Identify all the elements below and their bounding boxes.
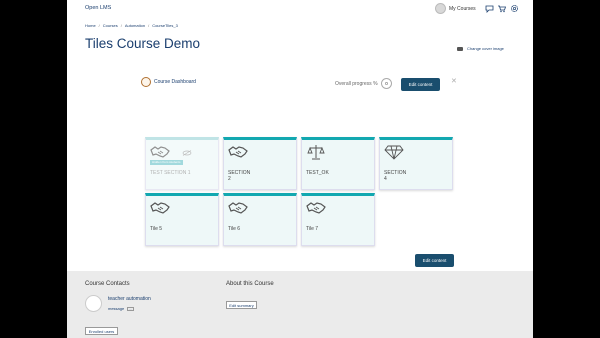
teacher-avatar	[85, 295, 102, 312]
tile-label: Tile 7	[306, 226, 319, 232]
handshake-icon	[306, 200, 326, 216]
edit-summary-button[interactable]: Edit summary	[226, 301, 257, 309]
course-tile[interactable]: SECTION 4	[379, 137, 453, 190]
chat-icon[interactable]	[485, 4, 494, 13]
edit-content-button-bottom[interactable]: Edit content	[415, 254, 454, 267]
edit-content-button[interactable]: Edit content	[401, 78, 440, 91]
handshake-icon	[228, 144, 248, 160]
progress-value: 0	[381, 78, 392, 89]
handshake-icon	[228, 200, 248, 216]
message-label: message	[108, 306, 125, 311]
image-icon	[457, 46, 463, 51]
eye-slash-icon	[182, 143, 192, 156]
course-tile[interactable]: Tile 6	[223, 193, 297, 246]
overall-progress-label: Overall progress %	[335, 81, 378, 87]
scales-icon	[306, 144, 326, 160]
enrolled-users-button[interactable]: Enrolled users	[85, 327, 118, 335]
my-courses-link[interactable]: My Courses	[449, 6, 476, 12]
breadcrumb-courses[interactable]: Courses	[103, 23, 118, 28]
dashboard-icon	[141, 77, 151, 87]
breadcrumb-separator: /	[98, 23, 100, 28]
course-tile[interactable]: Hidden from students TEST SECTION 1	[145, 137, 219, 190]
breadcrumb-home[interactable]: Home	[85, 23, 96, 28]
breadcrumb-automation[interactable]: Automation	[125, 23, 145, 28]
tile-label: SECTION 4	[384, 170, 407, 182]
teacher-name-link[interactable]: teacher automation	[108, 296, 151, 302]
user-avatar[interactable]	[435, 3, 446, 14]
breadcrumb-separator: /	[148, 23, 150, 28]
hidden-badge: Hidden from students	[150, 160, 183, 165]
course-page: Open LMS My Courses Home / Courses / Aut…	[67, 0, 533, 338]
message-link[interactable]: message …	[108, 306, 135, 311]
course-tile[interactable]: Tile 5	[145, 193, 219, 246]
page-title: Tiles Course Demo	[85, 36, 201, 51]
course-footer: Course Contacts teacher automation messa…	[67, 271, 533, 338]
breadcrumb-course[interactable]: CourseTiles_3	[152, 23, 178, 28]
course-contacts-heading: Course Contacts	[85, 281, 130, 287]
tile-label: Tile 5	[150, 226, 163, 232]
tile-label: Tile 6	[228, 226, 241, 232]
cart-icon[interactable]	[497, 4, 507, 13]
course-dashboard-link[interactable]: Course Dashboard	[141, 77, 196, 87]
about-course-heading: About this Course	[226, 281, 274, 287]
navbar: Open LMS My Courses	[67, 0, 533, 19]
gear-icon[interactable]	[510, 4, 519, 13]
message-icon: …	[127, 306, 135, 311]
course-tile[interactable]: SECTION 2	[223, 137, 297, 190]
tile-label: TEST_OK	[306, 170, 329, 176]
tile-label: TEST SECTION 1	[150, 170, 191, 176]
site-brand[interactable]: Open LMS	[85, 5, 111, 11]
change-cover-image-link[interactable]: Change cover image	[457, 46, 504, 51]
handshake-icon	[150, 200, 170, 216]
diamond-icon	[384, 144, 404, 160]
course-tile[interactable]: Tile 7	[301, 193, 375, 246]
course-tile[interactable]: TEST_OK	[301, 137, 375, 190]
breadcrumb: Home / Courses / Automation / CourseTile…	[85, 23, 178, 28]
close-icon[interactable]: ✕	[451, 77, 457, 85]
breadcrumb-separator: /	[120, 23, 122, 28]
course-dashboard-label: Course Dashboard	[154, 79, 196, 85]
cover-link-label: Change cover image	[467, 46, 504, 51]
handshake-icon	[150, 144, 170, 160]
tile-label: SECTION 2	[228, 170, 251, 182]
